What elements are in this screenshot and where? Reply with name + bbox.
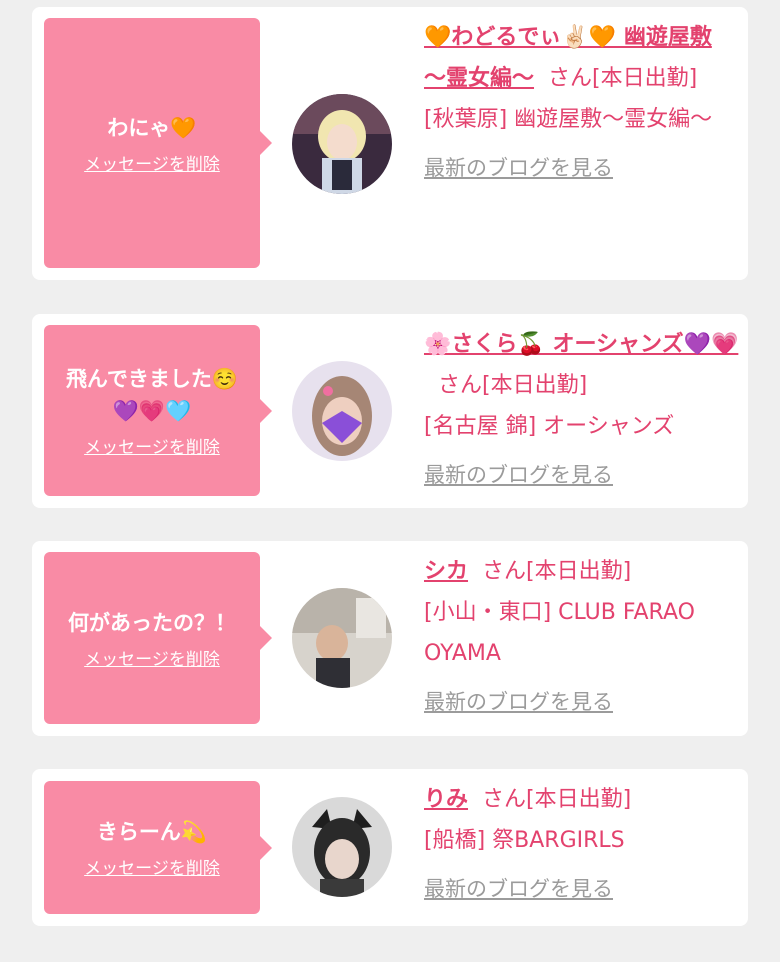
work-status: [本日出勤]	[526, 787, 632, 812]
avatar-photo-icon	[292, 797, 392, 897]
message-text: わにゃ🧡	[107, 115, 197, 140]
sender-name-link[interactable]: シカ	[424, 559, 468, 584]
message-text: 何があったの？！	[68, 610, 236, 635]
sender-info: りみ さん[本日出勤] [船橋] 祭BARGIRLS 最新のブログを見る	[424, 779, 740, 910]
shop-name: [名古屋 錦] オーシャンズ	[424, 414, 675, 439]
message-card: 飛んできました☺️ 💜💗🩵 メッセージを削除 🌸さくら🍒 オーシャンズ💜💗さん[…	[32, 314, 748, 508]
sender-name-link[interactable]: りみ	[424, 787, 468, 812]
view-blog-link[interactable]: 最新のブログを見る	[424, 455, 613, 496]
delete-message-link[interactable]: メッセージを削除	[84, 645, 220, 670]
message-list: わにゃ🧡 メッセージを削除 🧡わどるでぃ✌🏻🧡 幽遊屋敷 〜霊女編〜 さん[本日出…	[0, 0, 780, 962]
delete-message-link[interactable]: メッセージを削除	[84, 433, 220, 458]
avatar-photo-icon	[292, 94, 392, 194]
work-status: [本日出勤]	[482, 373, 588, 398]
sender-info: 🌸さくら🍒 オーシャンズ💜💗 さん[本日出勤] [名古屋 錦] オーシャンズ 最新…	[424, 324, 740, 496]
honorific: さん	[438, 373, 483, 398]
avatar[interactable]	[292, 94, 392, 194]
avatar-photo-icon	[292, 588, 392, 688]
delete-message-link[interactable]: メッセージを削除	[84, 150, 220, 175]
shop-name: [秋葉原] 幽遊屋敷〜霊女編〜	[424, 107, 713, 132]
sender-name-link[interactable]: 🌸さくら🍒 オーシャンズ💜💗	[424, 332, 738, 357]
shop-name: [船橋] 祭BARGIRLS	[424, 828, 625, 853]
avatar[interactable]	[292, 361, 392, 461]
avatar[interactable]	[292, 588, 392, 688]
message-card: わにゃ🧡 メッセージを削除 🧡わどるでぃ✌🏻🧡 幽遊屋敷 〜霊女編〜 さん[本日出…	[32, 7, 748, 280]
message-card: きらーん💫 メッセージを削除 りみ さん[本日出勤] [船橋] 祭BARGIRLS…	[32, 769, 748, 926]
message-bubble: わにゃ🧡 メッセージを削除	[44, 18, 272, 268]
message-bubble: 何があったの？！ メッセージを削除	[44, 552, 272, 724]
message-card: 何があったの？！ メッセージを削除 シカ さん[本日出勤] [小山・東口] CLU…	[32, 541, 748, 736]
work-status: [本日出勤]	[592, 66, 698, 91]
avatar-photo-icon	[292, 361, 392, 461]
view-blog-link[interactable]: 最新のブログを見る	[424, 148, 613, 189]
shop-name: [小山・東口] CLUB FARAO OYAMA	[424, 600, 695, 666]
sender-info: シカ さん[本日出勤] [小山・東口] CLUB FARAO OYAMA 最新のブ…	[424, 551, 740, 723]
message-bubble: きらーん💫 メッセージを削除	[44, 781, 272, 914]
message-text: 飛んできました☺️ 💜💗🩵	[65, 367, 239, 423]
honorific: さん	[548, 66, 593, 91]
delete-message-link[interactable]: メッセージを削除	[84, 854, 220, 879]
work-status: [本日出勤]	[526, 559, 632, 584]
message-text: きらーん💫	[96, 820, 208, 844]
message-bubble: 飛んできました☺️ 💜💗🩵 メッセージを削除	[44, 325, 272, 496]
view-blog-link[interactable]: 最新のブログを見る	[424, 869, 613, 910]
sender-info: 🧡わどるでぃ✌🏻🧡 幽遊屋敷 〜霊女編〜 さん[本日出勤] [秋葉原] 幽遊屋敷〜…	[424, 17, 740, 189]
honorific: さん	[482, 559, 527, 584]
view-blog-link[interactable]: 最新のブログを見る	[424, 682, 613, 723]
avatar[interactable]	[292, 797, 392, 897]
honorific: さん	[482, 787, 527, 812]
